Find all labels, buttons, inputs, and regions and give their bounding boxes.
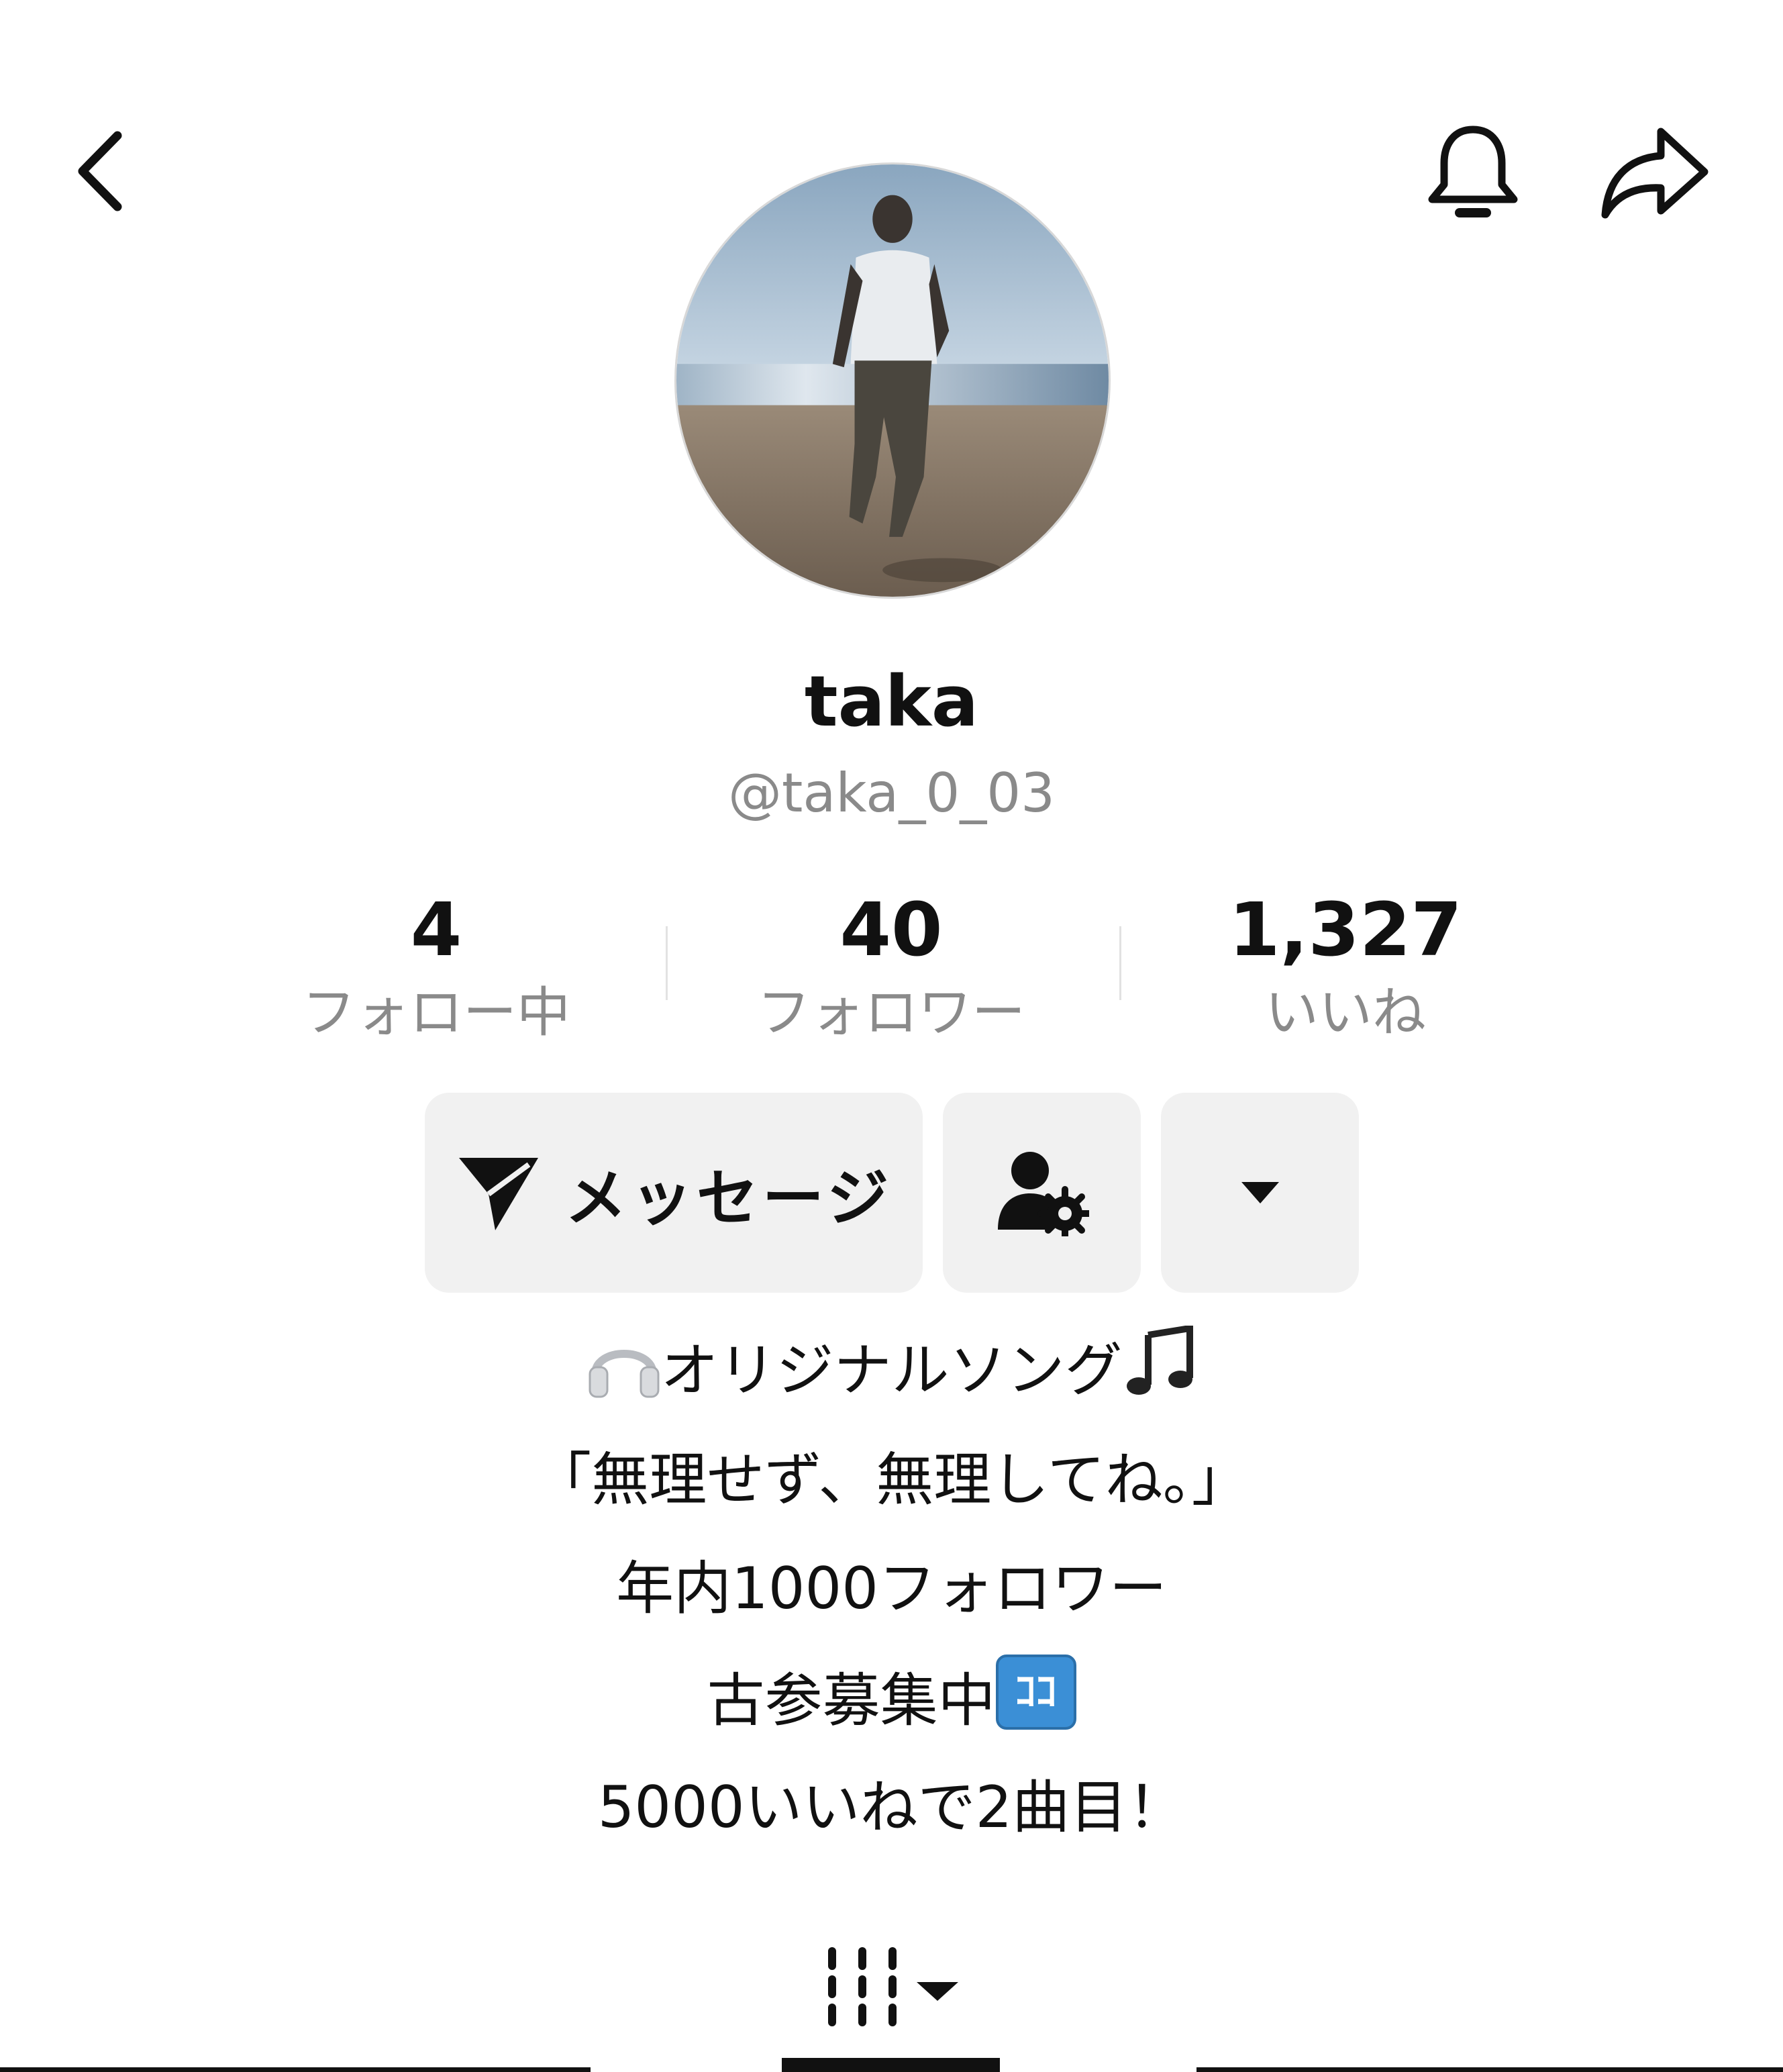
koko-badge-icon: ｺｺ: [995, 1655, 1076, 1730]
bio-line-4-text: 古参募集中: [707, 1667, 996, 1734]
share-arrow-icon: [1601, 128, 1709, 219]
headphones-icon: [587, 1332, 661, 1424]
message-button[interactable]: メッセージ: [425, 1093, 923, 1293]
display-name: taka: [804, 660, 979, 742]
chevron-left-icon: [78, 131, 122, 211]
message-button-label: メッセージ: [564, 1162, 893, 1234]
caret-down-icon: [1241, 1182, 1279, 1203]
bio-line-1: オリジナルソング: [0, 1324, 1783, 1424]
bio-line-2: 「無理せず、無理してね。」: [533, 1446, 1250, 1514]
likes-stat[interactable]: 1,327 いいね: [1158, 886, 1533, 1050]
notification-button[interactable]: [1416, 111, 1530, 232]
music-notes-icon: [1123, 1324, 1196, 1424]
following-count: 4: [410, 887, 462, 973]
grid-icon: [828, 1947, 958, 2026]
bio-line-1-text: オリジナルソング: [660, 1337, 1123, 1404]
following-label: フォロー中: [302, 981, 570, 1044]
followers-count: 40: [839, 887, 943, 973]
share-button[interactable]: [1590, 111, 1718, 232]
followers-stat[interactable]: 40 フォロワー: [703, 886, 1079, 1050]
bio-line-5: 5000いいねで2曲目！: [597, 1774, 1186, 1841]
likes-label: いいね: [1265, 981, 1426, 1044]
friend-settings-button[interactable]: [943, 1093, 1141, 1293]
username: @taka_0_03: [727, 762, 1056, 824]
tab-divider-line: [0, 2067, 591, 2072]
send-icon: [458, 1158, 538, 1230]
tab-divider-line: [1196, 2067, 1783, 2072]
bio-line-4: 古参募集中 ｺｺ: [0, 1655, 1783, 1744]
caret-down-icon: [917, 1982, 958, 2001]
following-stat[interactable]: 4 フォロー中: [248, 886, 624, 1050]
tab-videos[interactable]: [782, 1920, 1003, 2054]
back-button[interactable]: [60, 114, 141, 228]
koko-badge-text: ｺｺ: [1015, 1667, 1057, 1716]
stat-divider: [666, 926, 668, 1000]
avatar[interactable]: [674, 162, 1111, 599]
bell-icon: [1428, 126, 1518, 217]
more-options-button[interactable]: [1161, 1093, 1359, 1293]
bio-line-3: 年内1000フォロワー: [616, 1555, 1167, 1622]
stat-divider: [1119, 926, 1121, 1000]
avatar-photo: [676, 164, 1109, 597]
followers-label: フォロワー: [757, 981, 1025, 1044]
likes-count: 1,327: [1229, 887, 1462, 973]
active-tab-indicator: [782, 2058, 1000, 2072]
user-settings-icon: [997, 1152, 1089, 1236]
